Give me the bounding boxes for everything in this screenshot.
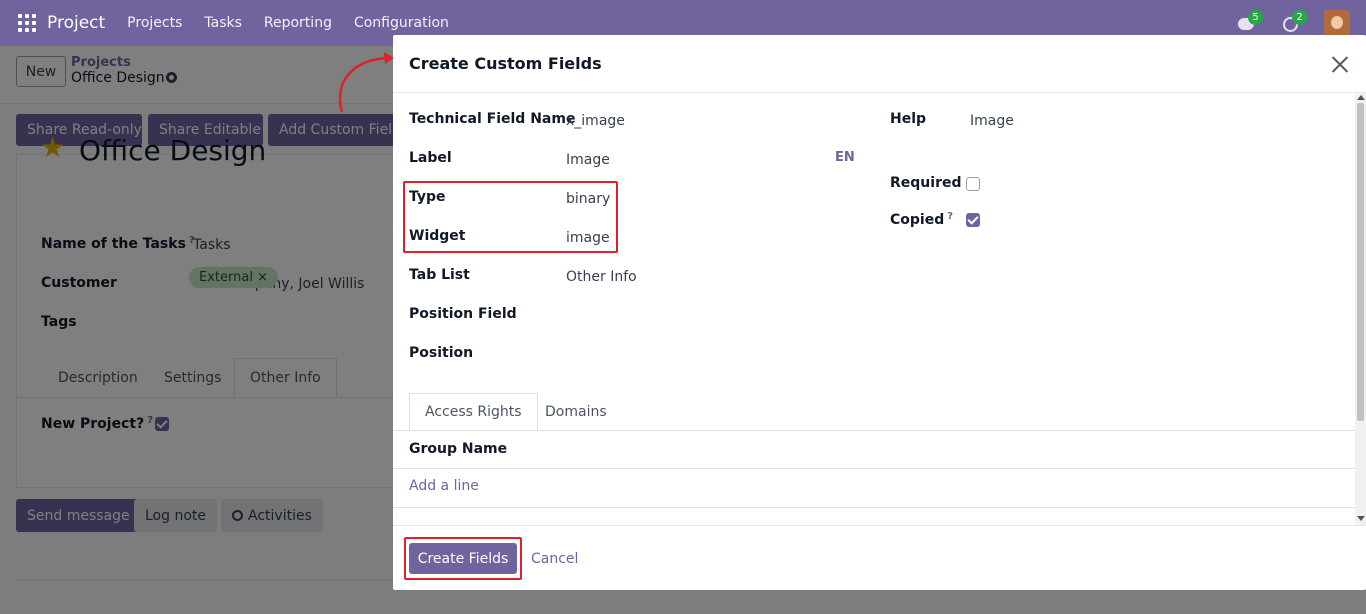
activities-clock-icon[interactable]: 2 xyxy=(1280,10,1307,34)
nav-projects[interactable]: Projects xyxy=(127,15,182,31)
language-button[interactable]: EN xyxy=(835,150,855,165)
nav-tasks[interactable]: Tasks xyxy=(204,15,242,31)
messages-badge: 5 xyxy=(1248,10,1263,25)
modal-footer: Create Fields Cancel xyxy=(393,525,1366,590)
apps-menu-icon[interactable] xyxy=(18,14,36,32)
tab-domains[interactable]: Domains xyxy=(545,393,607,431)
type-widget-highlight xyxy=(403,181,618,253)
tab-access-rights[interactable]: Access Rights xyxy=(409,393,538,431)
copied-checkbox[interactable] xyxy=(966,213,980,227)
access-rights-table-header: Group Name xyxy=(393,431,1356,469)
table-bottom-divider xyxy=(393,507,1356,508)
scroll-down-icon[interactable] xyxy=(1357,516,1365,521)
nav-reporting[interactable]: Reporting xyxy=(264,15,332,31)
position-label: Position xyxy=(409,345,474,361)
required-label: Required xyxy=(890,175,962,191)
add-line-link[interactable]: Add a line xyxy=(409,478,479,494)
user-avatar[interactable] xyxy=(1324,10,1350,36)
create-fields-button[interactable]: Create Fields xyxy=(409,543,517,574)
help-field[interactable]: Image xyxy=(970,113,1014,129)
modal-title: Create Custom Fields xyxy=(409,54,602,73)
technical-name-field[interactable]: x_image xyxy=(566,113,625,129)
activities-badge: 2 xyxy=(1292,10,1307,25)
modal-body: Technical Field Name x_image Label Image… xyxy=(393,93,1356,525)
group-name-column: Group Name xyxy=(409,441,508,457)
copied-label: Copied? xyxy=(890,211,954,228)
technical-name-label: Technical Field Name xyxy=(409,111,576,127)
required-checkbox[interactable] xyxy=(966,177,980,191)
label-label: Label xyxy=(409,150,452,166)
label-field[interactable]: Image xyxy=(566,152,610,168)
messages-icon[interactable]: 5 xyxy=(1236,10,1263,34)
create-custom-fields-dialog: Create Custom Fields Technical Field Nam… xyxy=(393,35,1366,590)
close-icon[interactable] xyxy=(1331,55,1349,73)
scroll-up-icon[interactable] xyxy=(1357,95,1365,100)
modal-scrollbar[interactable] xyxy=(1355,93,1366,525)
app-name[interactable]: Project xyxy=(47,13,105,33)
help-label: Help xyxy=(890,111,927,127)
nav-configuration[interactable]: Configuration xyxy=(354,15,449,31)
tab-list-label: Tab List xyxy=(409,267,470,283)
scroll-thumb[interactable] xyxy=(1357,103,1364,421)
tab-list-field[interactable]: Other Info xyxy=(566,269,637,285)
position-field-label: Position Field xyxy=(409,306,517,322)
modal-header: Create Custom Fields xyxy=(393,35,1366,93)
cancel-button[interactable]: Cancel xyxy=(531,543,578,574)
